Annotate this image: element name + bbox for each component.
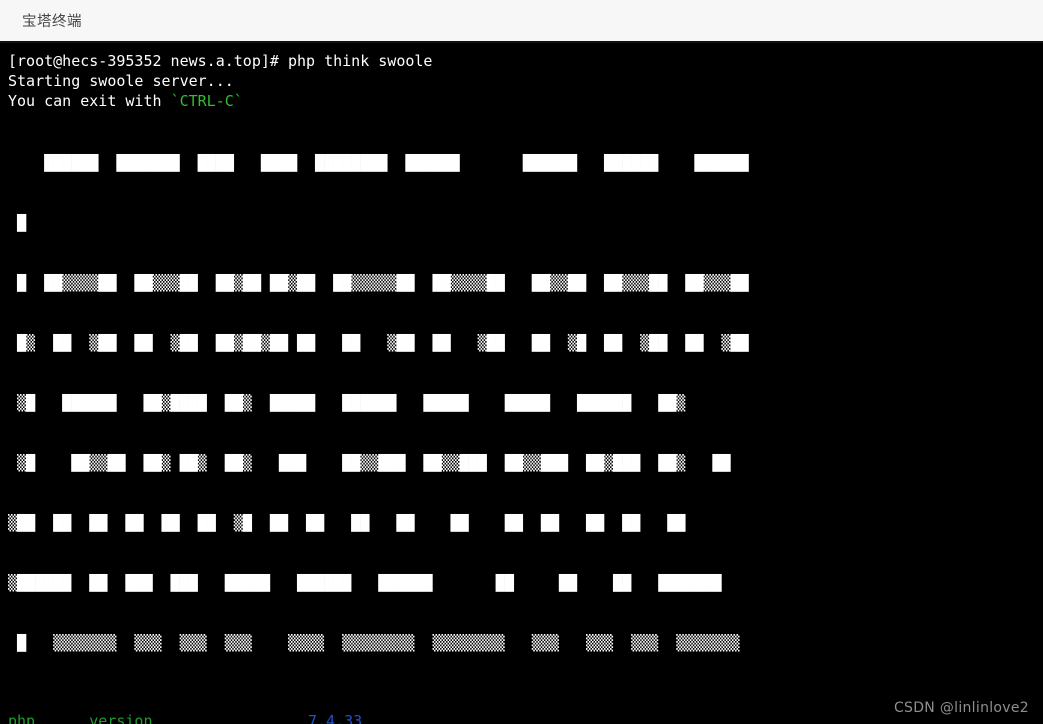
- terminal-starting-line: Starting swoole server...: [8, 72, 234, 90]
- csdn-watermark: CSDN @linlinlove2: [893, 700, 1029, 716]
- config-value: 7.4.33: [308, 712, 363, 724]
- config-key: php version: [8, 712, 153, 724]
- crmeb-ascii-banner: ██████ ███████ ████ ████ ████████ ██████…: [8, 113, 1043, 693]
- terminal-output-area[interactable]: [root@hecs-395352 news.a.top]# php think…: [0, 43, 1043, 724]
- exit-hint-keys: `CTRL-C`: [170, 92, 243, 110]
- banner-row: ▒█ ██▒▒██ ██▒ ██▒ ██▒ ███ ██▒▒███ ██▒▒██…: [8, 454, 731, 472]
- window-titlebar: 宝塔终端: [0, 0, 1043, 43]
- window-title: 宝塔终端: [22, 14, 82, 30]
- banner-row: █: [8, 214, 27, 232]
- banner-row: ██████ ███████ ████ ████ ████████ ██████…: [8, 154, 749, 172]
- banner-row: ▒██ ██ ██ ██ ██ ██ ▒█ ██ ██ ██ ██ ██ ██ …: [8, 514, 686, 532]
- banner-row: █ ██▒▒▒▒██ ██▒▒▒██ ██▒██ ██▒██ ██▒▒▒▒▒██…: [8, 274, 749, 292]
- banner-row: █ ▒▒▒▒▒▒▒ ▒▒▒ ▒▒▒ ▒▒▒ ▒▒▒▒ ▒▒▒▒▒▒▒▒ ▒▒▒▒…: [8, 634, 740, 652]
- terminal-prompt-line: [root@hecs-395352 news.a.top]# php think…: [8, 52, 433, 70]
- banner-row: ▒██████ ██ ███ ███ █████ ██████ ██████ █…: [8, 574, 722, 592]
- swoole-config-list: php version7.4.33 swoole version4.8.12 t…: [8, 711, 1043, 724]
- exit-hint-prefix: You can exit with: [8, 92, 171, 110]
- config-row: php version 7.4.33: [8, 711, 1043, 724]
- terminal-exit-hint-line: You can exit with `CTRL-C`: [8, 91, 1043, 111]
- banner-row: █▒ ██ ▒██ ██ ▒██ ██▒██▒██ ██ ██ ▒██ ██ ▒…: [8, 334, 749, 352]
- banner-row: ▒█ ██████ ██▒████ ██▒ █████ ██████ █████…: [8, 394, 686, 412]
